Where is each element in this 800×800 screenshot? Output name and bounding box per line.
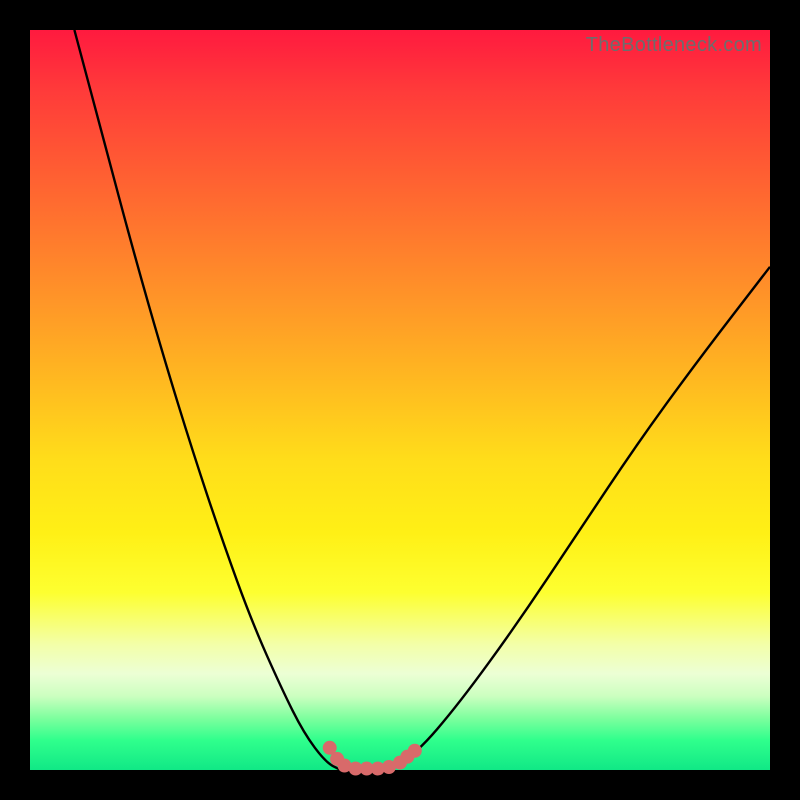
optimal-zone-markers [323, 741, 422, 776]
chart-frame: TheBottleneck.com [0, 0, 800, 800]
chart-svg [30, 30, 770, 770]
curve-left-path [74, 30, 340, 770]
plot-area: TheBottleneck.com [30, 30, 770, 770]
curve-right-path [385, 267, 770, 770]
marker-dot [408, 744, 422, 758]
